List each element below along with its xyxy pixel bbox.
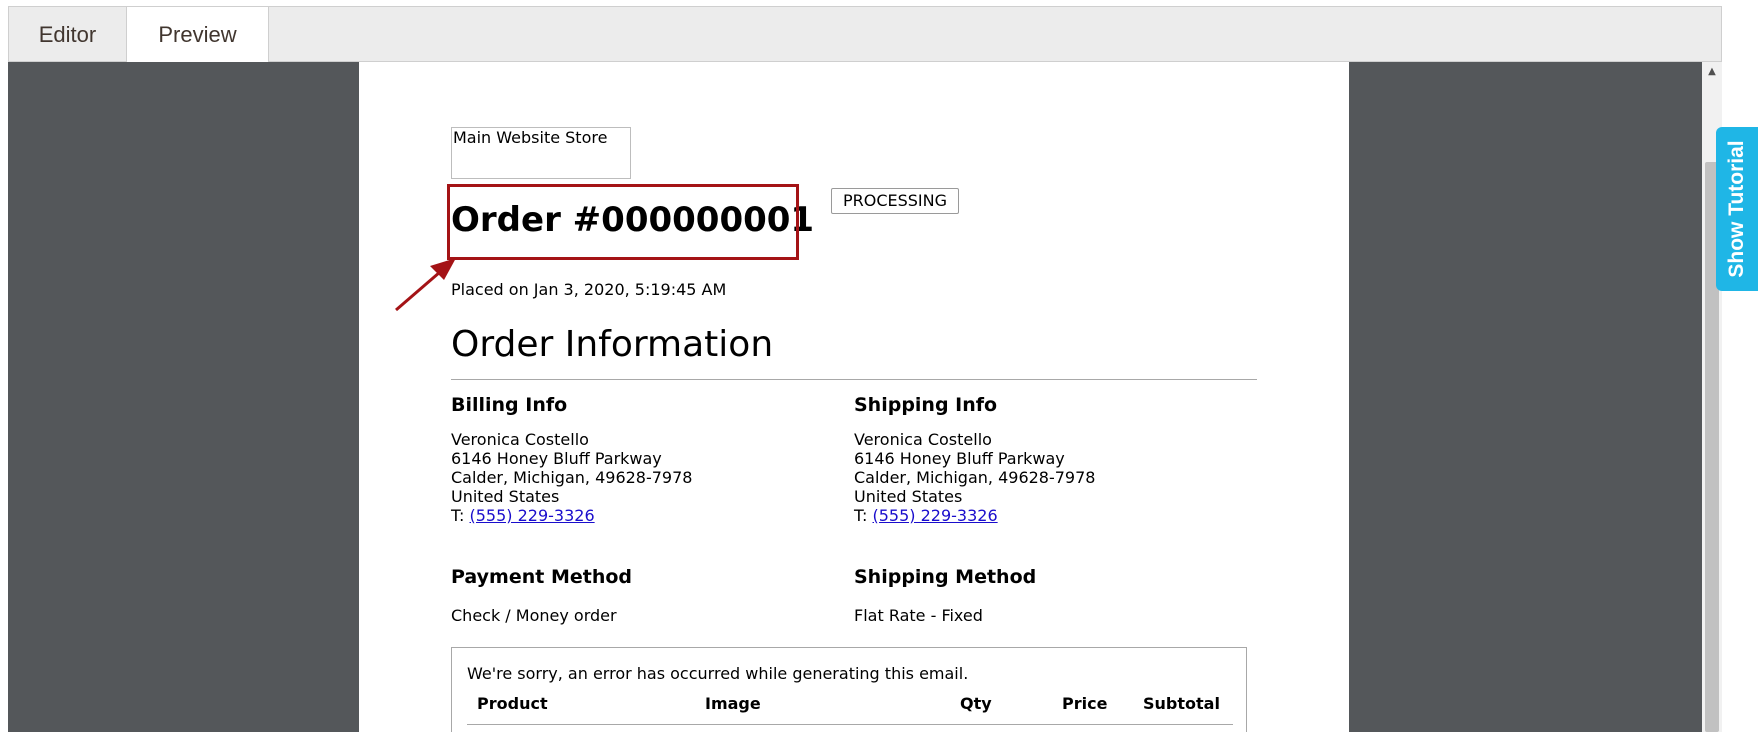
column-product: Product — [477, 694, 548, 713]
error-message: We're sorry, an error has occurred while… — [467, 664, 969, 683]
billing-country: United States — [451, 487, 560, 506]
column-image: Image — [705, 694, 761, 713]
billing-phone-link[interactable]: (555) 229-3326 — [470, 506, 595, 525]
shipping-phone-row: T: (555) 229-3326 — [854, 506, 1095, 525]
tab-bar: Editor Preview — [8, 6, 1722, 63]
table-header-rule — [467, 724, 1233, 725]
shipping-address: Veronica Costello 6146 Honey Bluff Parkw… — [854, 430, 1095, 525]
divider — [451, 379, 1257, 380]
shipping-street: 6146 Honey Bluff Parkway — [854, 449, 1065, 468]
status-badge: PROCESSING — [831, 188, 959, 214]
order-items-box: We're sorry, an error has occurred while… — [451, 647, 1247, 732]
section-heading: Order Information — [451, 324, 774, 365]
column-subtotal: Subtotal — [1143, 694, 1220, 713]
billing-phone-prefix: T: — [451, 506, 470, 525]
show-tutorial-button[interactable]: Show Tutorial — [1716, 127, 1758, 291]
shipping-method-value: Flat Rate - Fixed — [854, 606, 983, 625]
billing-street: 6146 Honey Bluff Parkway — [451, 449, 662, 468]
column-price: Price — [1062, 694, 1108, 713]
arrow-icon — [395, 258, 456, 312]
placed-on-date: Placed on Jan 3, 2020, 5:19:45 AM — [451, 280, 727, 299]
highlight-box — [447, 184, 799, 260]
shipping-heading: Shipping Info — [854, 394, 998, 416]
shipping-name: Veronica Costello — [854, 430, 992, 449]
column-qty: Qty — [960, 694, 992, 713]
tab-preview[interactable]: Preview — [127, 7, 269, 63]
billing-name: Veronica Costello — [451, 430, 589, 449]
shipping-country: United States — [854, 487, 963, 506]
shipping-city: Calder, Michigan, 49628-7978 — [854, 468, 1096, 487]
scroll-up-icon[interactable]: ▲ — [1702, 62, 1722, 82]
preview-stage: Main Website Store Order #000000001 PROC… — [8, 62, 1702, 732]
shipping-phone-link[interactable]: (555) 229-3326 — [873, 506, 998, 525]
shipping-phone-prefix: T: — [854, 506, 873, 525]
payment-method-value: Check / Money order — [451, 606, 617, 625]
payment-method-heading: Payment Method — [451, 566, 633, 588]
tab-editor[interactable]: Editor — [9, 7, 127, 62]
show-tutorial-label: Show Tutorial — [1725, 140, 1748, 278]
email-preview: Main Website Store Order #000000001 PROC… — [359, 62, 1349, 732]
billing-phone-row: T: (555) 229-3326 — [451, 506, 692, 525]
billing-heading: Billing Info — [451, 394, 568, 416]
billing-city: Calder, Michigan, 49628-7978 — [451, 468, 693, 487]
billing-address: Veronica Costello 6146 Honey Bluff Parkw… — [451, 430, 692, 525]
store-logo-box: Main Website Store — [451, 127, 631, 179]
shipping-method-heading: Shipping Method — [854, 566, 1037, 588]
